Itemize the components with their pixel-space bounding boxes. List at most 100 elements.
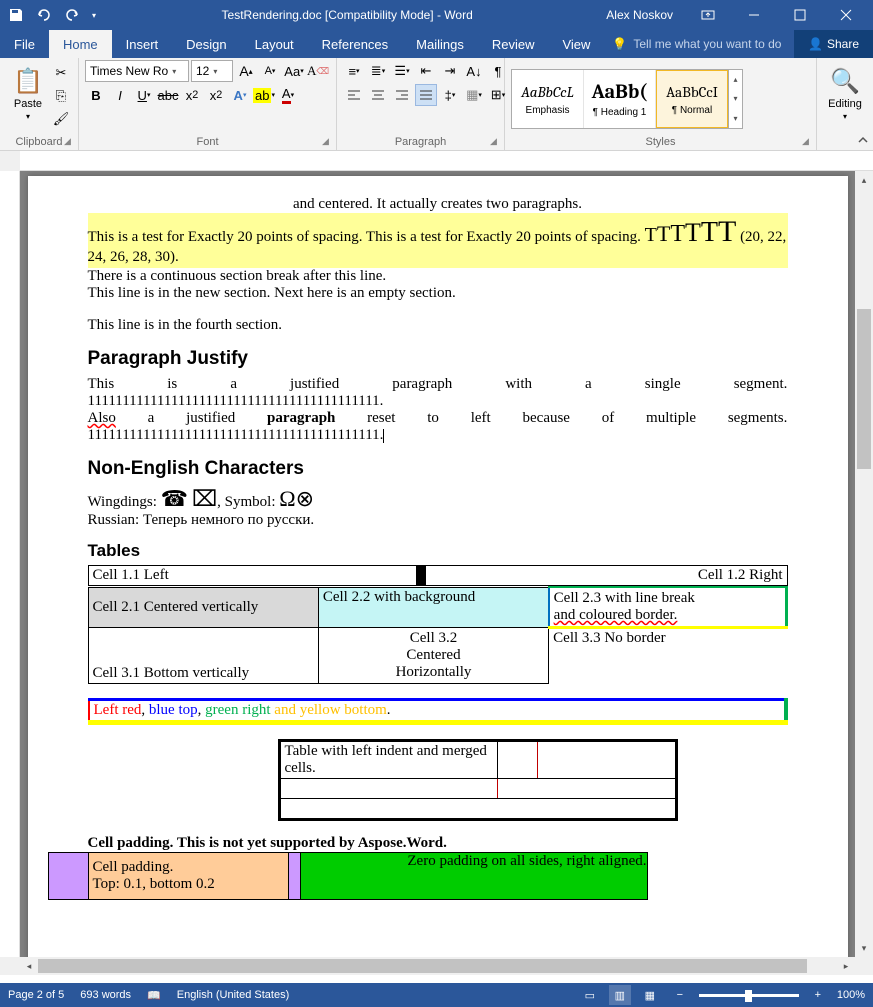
zoom-slider[interactable] — [699, 994, 799, 997]
underline-button[interactable]: U▾ — [133, 84, 155, 106]
increase-indent-button[interactable]: ⇥ — [439, 60, 461, 82]
zoom-out-button[interactable]: − — [669, 985, 691, 1005]
close-button[interactable] — [823, 0, 869, 30]
ribbon-display-options-button[interactable] — [685, 0, 731, 30]
cut-button[interactable]: ✂ — [50, 62, 72, 84]
vertical-scrollbar[interactable]: ▴ ▾ — [855, 171, 873, 957]
scroll-right-button[interactable]: ▸ — [837, 957, 855, 975]
status-word-count[interactable]: 693 words — [80, 989, 131, 1001]
view-web-layout-button[interactable]: ▦ — [639, 985, 661, 1005]
chevron-down-icon: ▾ — [26, 112, 30, 121]
align-left-button[interactable] — [343, 84, 365, 106]
clipboard-launcher[interactable]: ◢ — [64, 136, 76, 148]
horizontal-ruler[interactable] — [20, 151, 873, 171]
format-painter-button[interactable]: 🖌 — [50, 108, 72, 130]
horizontal-scrollbar[interactable]: ◂ ▸ — [20, 957, 855, 975]
superscript-button[interactable]: x2 — [205, 84, 227, 106]
clear-formatting-button[interactable]: A⌫ — [307, 60, 329, 82]
grow-font-button[interactable]: A▴ — [235, 60, 257, 82]
view-print-layout-button[interactable]: ▥ — [609, 985, 631, 1005]
table-cell: Cell 1.1 Left — [88, 566, 417, 586]
bullets-button[interactable]: ≡▾ — [343, 60, 365, 82]
highlight-button[interactable]: ab▾ — [253, 84, 275, 106]
paste-button[interactable]: 📋 Paste ▾ — [6, 60, 50, 128]
table-cell: Zero padding on all sides, right aligned… — [301, 852, 647, 899]
maximize-button[interactable] — [777, 0, 823, 30]
tab-layout[interactable]: Layout — [241, 30, 308, 58]
tab-view[interactable]: View — [548, 30, 604, 58]
paragraph-launcher[interactable]: ◢ — [490, 136, 502, 148]
text-effects-button[interactable]: A▾ — [229, 84, 251, 106]
zoom-in-button[interactable]: + — [807, 985, 829, 1005]
strikethrough-button[interactable]: abc — [157, 84, 179, 106]
gallery-expand-button[interactable]: ▾ — [729, 109, 742, 128]
tab-file[interactable]: File — [0, 30, 49, 58]
multilevel-list-button[interactable]: ☰▾ — [391, 60, 413, 82]
tab-review[interactable]: Review — [478, 30, 549, 58]
vertical-ruler[interactable] — [0, 171, 20, 957]
font-size-combo[interactable]: 12▾ — [191, 60, 233, 82]
redo-button[interactable] — [60, 3, 84, 27]
minimize-button[interactable] — [731, 0, 777, 30]
numbering-button[interactable]: ≣▾ — [367, 60, 389, 82]
scroll-up-button[interactable]: ▴ — [855, 171, 873, 189]
shrink-font-button[interactable]: A▾ — [259, 60, 281, 82]
bold-button[interactable]: B — [85, 84, 107, 106]
style-heading1[interactable]: AaBb( ¶ Heading 1 — [584, 70, 656, 128]
change-case-button[interactable]: Aa▾ — [283, 60, 305, 82]
table-cell: Table with left indent and merged cells. — [279, 740, 497, 778]
font-launcher[interactable]: ◢ — [322, 136, 334, 148]
line-spacing-button[interactable]: ‡▾ — [439, 84, 461, 106]
style-emphasis[interactable]: AaBbCcL Emphasis — [512, 70, 584, 128]
collapse-ribbon-button[interactable] — [855, 132, 871, 148]
view-read-mode-button[interactable]: ▭ — [579, 985, 601, 1005]
scroll-left-button[interactable]: ◂ — [20, 957, 38, 975]
styles-gallery-more: ▴ ▾ ▾ — [728, 70, 742, 128]
justify-button[interactable] — [415, 84, 437, 106]
paragraph-justified: Alsoajustifiedparagraphresettoleftbecaus… — [88, 410, 788, 427]
tab-insert[interactable]: Insert — [112, 30, 173, 58]
sort-button[interactable]: A↓ — [463, 60, 485, 82]
tab-design[interactable]: Design — [172, 30, 240, 58]
zoom-level[interactable]: 100% — [837, 989, 865, 1001]
tab-home[interactable]: Home — [49, 30, 112, 58]
tab-mailings[interactable]: Mailings — [402, 30, 478, 58]
share-button[interactable]: 👤Share — [794, 30, 873, 58]
subscript-button[interactable]: x2 — [181, 84, 203, 106]
font-color-button[interactable]: A▾ — [277, 84, 299, 106]
text-cursor — [383, 429, 384, 443]
editing-menu-button[interactable]: 🔍 Editing ▾ — [823, 60, 867, 128]
table-cell: Cell 2.2 with background — [318, 587, 548, 627]
user-name[interactable]: Alex Noskov — [594, 8, 685, 22]
zoom-slider-thumb[interactable] — [745, 990, 752, 1002]
tell-me-box[interactable]: 💡Tell me what you want to do — [604, 30, 789, 58]
qat-customize-button[interactable]: ▾ — [88, 3, 100, 27]
document-page[interactable]: and centered. It actually creates two pa… — [28, 176, 848, 957]
tab-references[interactable]: References — [308, 30, 402, 58]
styles-launcher[interactable]: ◢ — [802, 136, 814, 148]
document-viewport[interactable]: and centered. It actually creates two pa… — [20, 171, 855, 957]
italic-button[interactable]: I — [109, 84, 131, 106]
find-icon: 🔍 — [830, 67, 860, 96]
table-cell — [497, 778, 676, 798]
status-proofing-icon[interactable]: 📖 — [147, 989, 161, 1002]
align-right-button[interactable] — [391, 84, 413, 106]
save-button[interactable] — [4, 3, 28, 27]
status-page[interactable]: Page 2 of 5 — [8, 989, 64, 1001]
decrease-indent-button[interactable]: ⇤ — [415, 60, 437, 82]
gallery-up-button[interactable]: ▴ — [729, 70, 742, 89]
undo-button[interactable] — [32, 3, 56, 27]
status-language[interactable]: English (United States) — [177, 989, 290, 1001]
align-center-button[interactable] — [367, 84, 389, 106]
shading-button[interactable]: ▦▾ — [463, 84, 485, 106]
scrollbar-track[interactable] — [855, 189, 873, 939]
font-name-combo[interactable]: Times New Ro▾ — [85, 60, 189, 82]
styles-gallery[interactable]: AaBbCcL Emphasis AaBb( ¶ Heading 1 AaBbC… — [511, 69, 743, 129]
style-normal[interactable]: AaBbCcI ¶ Normal — [656, 70, 728, 128]
scroll-down-button[interactable]: ▾ — [855, 939, 873, 957]
gallery-down-button[interactable]: ▾ — [729, 89, 742, 108]
scrollbar-thumb[interactable] — [857, 309, 871, 469]
scrollbar-track[interactable] — [38, 957, 837, 975]
scrollbar-thumb[interactable] — [38, 959, 807, 973]
copy-button[interactable]: ⎘ — [50, 85, 72, 107]
